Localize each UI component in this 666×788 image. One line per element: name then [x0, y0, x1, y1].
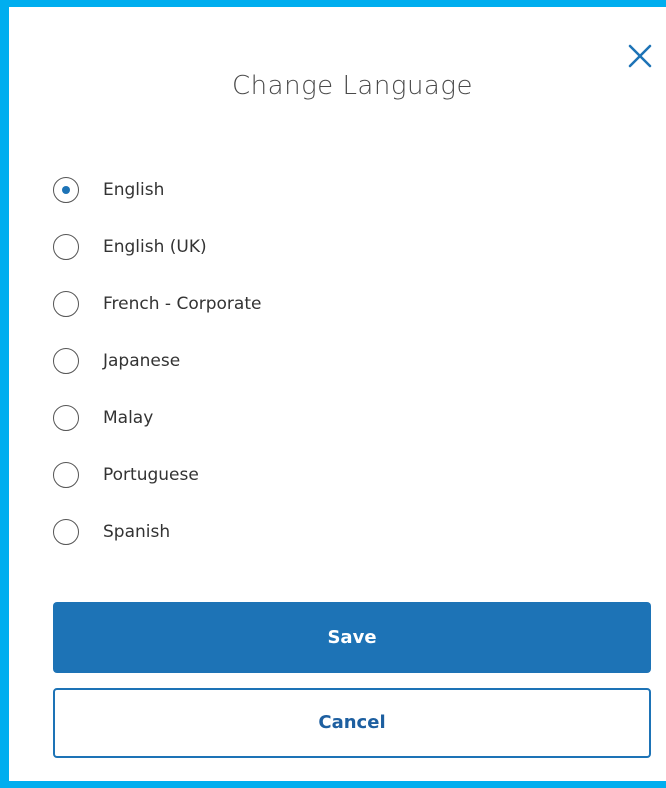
radio-button[interactable] — [53, 404, 79, 431]
radio-button[interactable] — [53, 176, 79, 203]
language-option-portuguese[interactable]: Portuguese — [53, 446, 261, 503]
language-label: English — [103, 179, 165, 200]
radio-button[interactable] — [53, 347, 79, 374]
language-label: Japanese — [103, 350, 181, 371]
language-option-french-corporate[interactable]: French - Corporate — [53, 275, 261, 332]
cancel-button[interactable]: Cancel — [53, 688, 651, 758]
language-option-english[interactable]: English — [53, 161, 261, 218]
language-label: Portuguese — [103, 464, 199, 485]
language-label: English (UK) — [103, 236, 207, 257]
language-label: French - Corporate — [103, 293, 262, 314]
language-option-japanese[interactable]: Japanese — [53, 332, 261, 389]
close-button[interactable] — [625, 41, 655, 71]
language-option-english-uk[interactable]: English (UK) — [53, 218, 261, 275]
change-language-dialog: Change Language English English (UK) Fre… — [9, 7, 666, 781]
close-icon — [628, 44, 652, 68]
language-label: Malay — [103, 407, 154, 428]
save-button[interactable]: Save — [53, 602, 651, 673]
radio-button[interactable] — [53, 233, 79, 260]
language-option-malay[interactable]: Malay — [53, 389, 261, 446]
radio-button[interactable] — [53, 461, 79, 488]
dialog-title: Change Language — [232, 71, 473, 101]
radio-button[interactable] — [53, 518, 79, 545]
language-option-spanish[interactable]: Spanish — [53, 503, 261, 560]
radio-button[interactable] — [53, 290, 79, 317]
language-label: Spanish — [103, 521, 171, 542]
language-options: English English (UK) French - Corporate … — [53, 161, 261, 560]
